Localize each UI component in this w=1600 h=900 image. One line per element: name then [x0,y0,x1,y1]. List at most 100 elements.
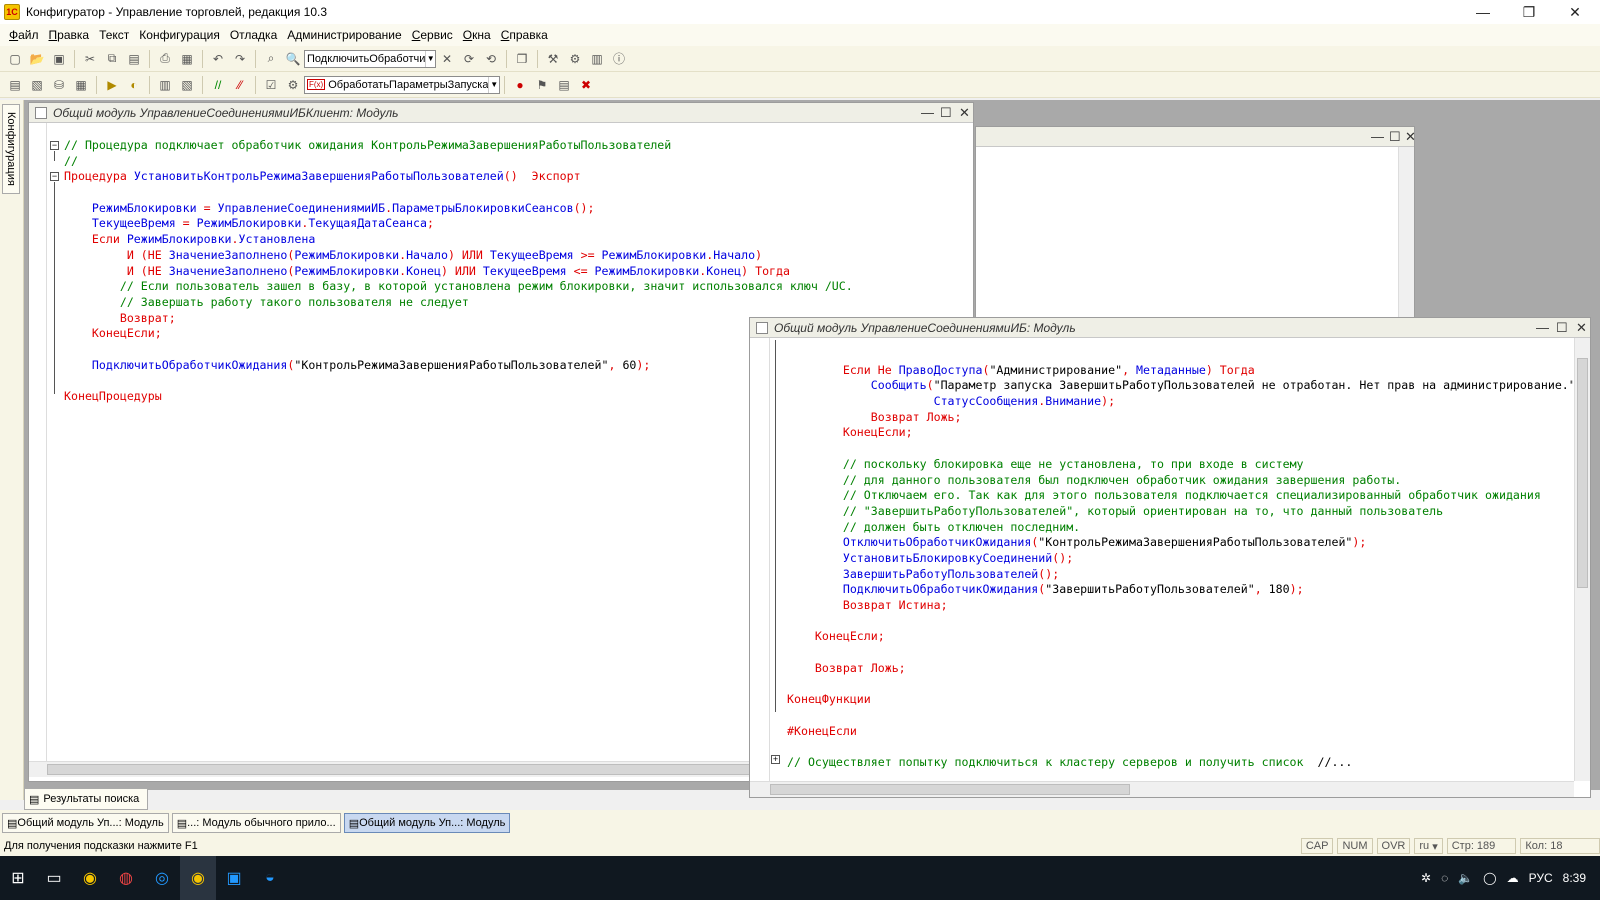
block-icon[interactable]: ▥ [156,76,174,94]
redo-icon[interactable]: ↷ [231,50,249,68]
minimize-icon[interactable]: — [921,105,934,120]
close-button[interactable]: ✕ [1552,0,1598,24]
vertical-scrollbar[interactable] [1398,147,1414,317]
settings-icon[interactable]: ✲ [1421,871,1431,885]
print-icon[interactable]: ⎙ [156,50,174,68]
side-tab-configuration[interactable]: Конфигурация [2,104,20,194]
procedure-combo[interactable]: F(x) ОбработатьПараметрыЗапуска ▼ [304,75,500,94]
find-icon[interactable]: ⌕ [262,50,280,68]
menu-item-6[interactable]: Сервис [407,24,458,46]
undo-icon[interactable]: ↶ [209,50,227,68]
comment-icon[interactable]: // [209,76,227,94]
template-icon[interactable]: ▥ [588,50,606,68]
code-token: , [1122,362,1137,377]
volume-icon[interactable]: 🔈 [1458,871,1473,885]
minimize-icon[interactable]: — [1536,320,1549,335]
run-debug-icon[interactable]: ▶ [103,76,121,94]
teamviewer-icon[interactable]: ◒ [252,856,288,900]
lang-indicator-tray[interactable]: РУС [1529,871,1553,885]
menu-item-2[interactable]: Текст [94,24,134,46]
windows-icon[interactable]: ❐ [513,50,531,68]
background-window[interactable]: — ☐ ✕ [975,126,1416,318]
horizontal-scrollbar[interactable] [750,781,1574,797]
vertical-scrollbar[interactable] [1574,338,1590,781]
menu-item-4[interactable]: Отладка [225,24,282,46]
config-icon[interactable]: ▤ [6,76,24,94]
code-editor[interactable]: Если Не ПравоДоступа("Администрирование"… [787,347,1573,783]
minimize-icon[interactable]: — [1371,129,1384,144]
collapse-icon[interactable]: − [50,141,59,150]
clear-search-icon[interactable]: ✕ [438,50,456,68]
desktop-icon[interactable]: ▭ [36,856,72,900]
search-combo[interactable]: ПодключитьОбработчи ▼ [304,49,436,68]
maximize-icon[interactable]: ☐ [1389,129,1401,145]
open-icon[interactable]: 📂 [28,50,46,68]
chevron-down-icon[interactable]: ▼ [425,50,435,67]
clear-bookmarks-icon[interactable]: ✖ [577,76,595,94]
scrollbar-thumb[interactable] [1577,358,1588,588]
database-icon[interactable]: ⛁ [50,76,68,94]
cut-icon[interactable]: ✂ [81,50,99,68]
compare-icon[interactable]: ▧ [28,76,46,94]
maximize-icon[interactable]: ☐ [940,105,952,121]
chat-icon[interactable]: ◯ [1483,871,1496,885]
menu-item-7[interactable]: Окна [458,24,496,46]
chevron-down-icon[interactable]: ▼ [488,76,499,93]
1c-icon[interactable]: ◉ [72,856,108,900]
collapse-icon[interactable]: − [50,172,59,181]
menu-item-8[interactable]: Справка [496,24,553,46]
paste-icon[interactable]: ▤ [125,50,143,68]
preview-icon[interactable]: ▦ [178,50,196,68]
uncomment-icon[interactable]: ⁄⁄ [231,76,249,94]
check-module-icon[interactable]: ☑ [262,76,280,94]
restore-button[interactable]: ❐ [1506,0,1552,24]
scrollbar-thumb[interactable] [770,784,1130,795]
table-icon[interactable]: ▦ [72,76,90,94]
search-results-tab[interactable]: ▤ Результаты поиска [24,788,148,810]
scrollbar-thumb[interactable] [47,764,807,775]
cloud-icon[interactable]: ☁ [1507,871,1519,885]
windows-start-icon[interactable]: ⊞ [0,856,36,900]
find-next-icon[interactable]: ⟳ [460,50,478,68]
skype-icon[interactable]: ◎ [144,856,180,900]
module-icon: ▤ [348,817,360,830]
window-tab[interactable]: ▤ Общий модуль Уп...: Модуль [343,813,511,833]
clock[interactable]: 8:39 [1563,871,1586,885]
info-icon[interactable]: ⓘ [610,50,628,68]
search-icon[interactable]: 🔍 [284,50,302,68]
window-tab[interactable]: ▤ Общий модуль Уп...: Модуль [2,813,169,833]
close-icon[interactable]: ✕ [1405,129,1416,145]
expand-icon[interactable]: + [771,755,780,764]
maximize-icon[interactable]: ☐ [1556,320,1568,336]
syntax-helper-icon[interactable]: ⚙ [566,50,584,68]
menu-item-5[interactable]: Администрирование [282,24,406,46]
code-window-server-module[interactable]: Общий модуль УправлениеСоединениямиИБ: М… [749,317,1591,798]
bookmark-icon[interactable]: ⚑ [533,76,551,94]
copy-icon[interactable]: ⧉ [103,50,121,68]
menu-item-1[interactable]: Правка [44,24,95,46]
breakpoint-icon[interactable]: ● [511,76,529,94]
menu-item-0[interactable]: Файл [4,24,44,46]
app-icon[interactable]: ▣ [216,856,252,900]
code-token: ); [1352,535,1367,550]
code-token: Если Не [842,362,899,377]
window-tab[interactable]: ▤ ...: Модуль обычного прило... [171,813,341,833]
procedures-list-icon[interactable]: ⚙ [284,76,302,94]
debug-options-icon[interactable]: ◐ [125,76,143,94]
1c-configurator-icon[interactable]: ◉ [180,856,216,900]
syntax-check-icon[interactable]: ▧ [178,76,196,94]
close-icon[interactable]: ✕ [959,105,970,121]
next-bookmark-icon[interactable]: ▤ [555,76,573,94]
new-icon[interactable]: ▢ [6,50,24,68]
find-prev-icon[interactable]: ⟲ [482,50,500,68]
network-icon[interactable]: ◌ [1441,871,1448,885]
minimize-button[interactable]: — [1460,0,1506,24]
save-icon[interactable]: ▣ [50,50,68,68]
code-token: ПодключитьОбработчикОжидания [91,357,288,372]
tools-icon[interactable]: ⚒ [544,50,562,68]
menu-item-3[interactable]: Конфигурация [134,24,225,46]
close-icon[interactable]: ✕ [1576,320,1587,336]
lang-indicator[interactable]: ru ▾ [1414,838,1443,854]
chrome-icon[interactable]: ◍ [108,856,144,900]
